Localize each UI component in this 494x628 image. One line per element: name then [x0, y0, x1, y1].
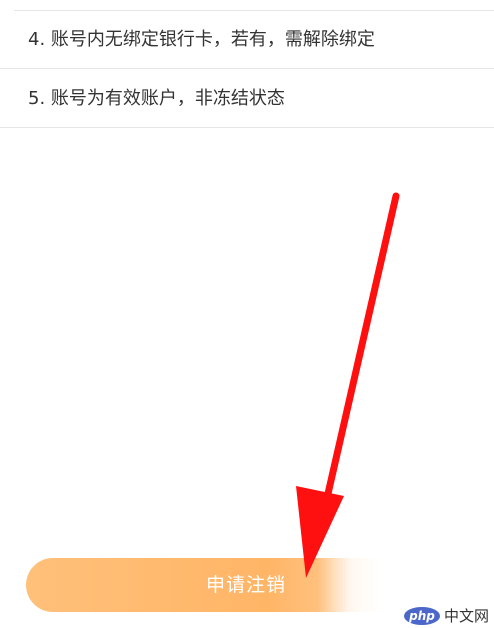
list-item: 5. 账号为有效账户，非冻结状态: [0, 70, 494, 128]
requirement-text: 4. 账号内无绑定银行卡，若有，需解除绑定: [28, 29, 375, 50]
account-cancellation-page: 4. 账号内无绑定银行卡，若有，需解除绑定 5. 账号为有效账户，非冻结状态 申…: [0, 0, 494, 628]
watermark-text: 中文网: [444, 607, 490, 625]
php-logo-icon: php: [404, 607, 440, 625]
watermark-logo-text: php: [409, 609, 435, 623]
list-item: 4. 账号内无绑定银行卡，若有，需解除绑定: [0, 11, 494, 69]
requirement-text: 5. 账号为有效账户，非冻结状态: [28, 88, 285, 109]
watermark: php 中文网: [404, 606, 489, 626]
